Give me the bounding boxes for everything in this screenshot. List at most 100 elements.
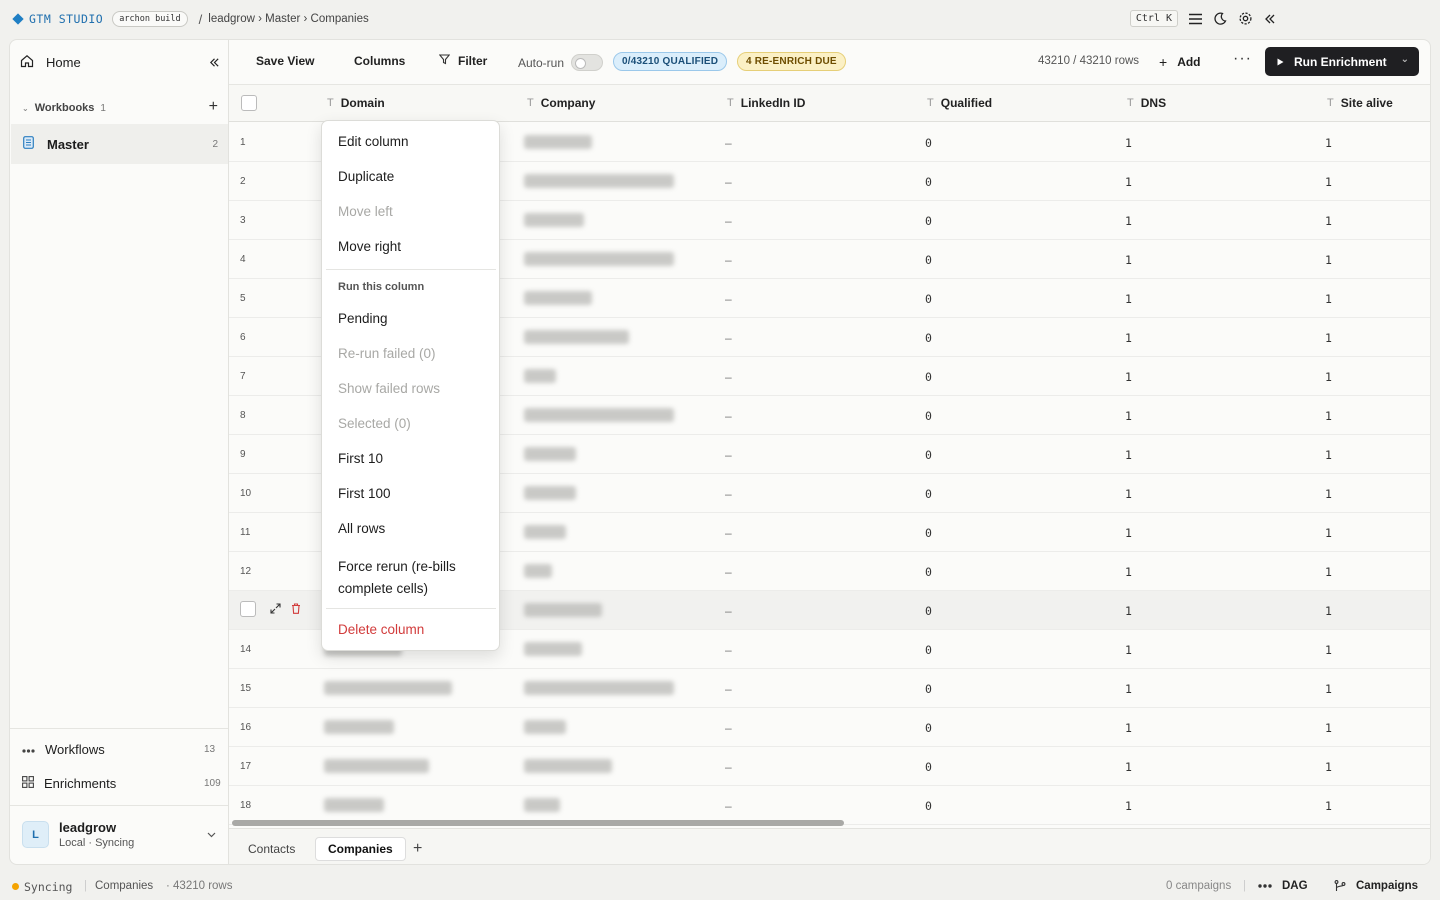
dns-cell[interactable]: 1 (1125, 292, 1132, 306)
site-alive-cell[interactable]: 1 (1325, 682, 1332, 696)
company-cell-redacted[interactable] (524, 525, 566, 539)
menu-icon[interactable] (1187, 11, 1203, 27)
site-alive-cell[interactable]: 1 (1325, 487, 1332, 501)
company-cell-redacted[interactable] (524, 408, 674, 422)
linkedin-cell[interactable]: – (725, 682, 732, 696)
company-cell-redacted[interactable] (524, 798, 560, 812)
dns-cell[interactable]: 1 (1125, 448, 1132, 462)
qualified-cell[interactable]: 0 (925, 721, 932, 735)
qualified-badge[interactable]: 0/43210 QUALIFIED (613, 52, 728, 71)
dns-cell[interactable]: 1 (1125, 565, 1132, 579)
company-cell-redacted[interactable] (524, 759, 612, 773)
user-profile[interactable]: L leadgrow Local · Syncing (22, 820, 134, 849)
delete-row-icon[interactable] (291, 602, 301, 617)
company-cell-redacted[interactable] (524, 330, 629, 344)
dns-cell[interactable]: 1 (1125, 799, 1132, 813)
linkedin-cell[interactable]: – (725, 799, 732, 813)
linkedin-cell[interactable]: – (725, 526, 732, 540)
qualified-cell[interactable]: 0 (925, 253, 932, 267)
column-header-dns[interactable]: T DNS (1127, 96, 1166, 110)
site-alive-cell[interactable]: 1 (1325, 292, 1332, 306)
settings-icon[interactable] (1237, 11, 1253, 27)
dns-cell[interactable]: 1 (1125, 643, 1132, 657)
linkedin-cell[interactable]: – (725, 643, 732, 657)
site-alive-cell[interactable]: 1 (1325, 448, 1332, 462)
sidebar-item-home[interactable]: Home (20, 54, 81, 71)
dns-cell[interactable]: 1 (1125, 214, 1132, 228)
expand-row-icon[interactable] (270, 602, 281, 617)
scrollbar-thumb[interactable] (232, 820, 844, 826)
domain-cell-redacted[interactable] (324, 798, 384, 812)
qualified-cell[interactable]: 0 (925, 643, 932, 657)
linkedin-cell[interactable]: – (725, 175, 732, 189)
site-alive-cell[interactable]: 1 (1325, 760, 1332, 774)
linkedin-cell[interactable]: – (725, 136, 732, 150)
company-cell-redacted[interactable] (524, 642, 582, 656)
linkedin-cell[interactable]: – (725, 331, 732, 345)
linkedin-cell[interactable]: – (725, 721, 732, 735)
dark-mode-icon[interactable] (1212, 11, 1228, 27)
column-header-linkedin-id[interactable]: T LinkedIn ID (727, 96, 805, 110)
chevron-down-icon[interactable]: ⌄ (1401, 54, 1409, 65)
dns-cell[interactable]: 1 (1125, 526, 1132, 540)
autorun-toggle[interactable] (571, 54, 604, 71)
company-cell-redacted[interactable] (524, 252, 674, 266)
site-alive-cell[interactable]: 1 (1325, 721, 1332, 735)
site-alive-cell[interactable]: 1 (1325, 214, 1332, 228)
site-alive-cell[interactable]: 1 (1325, 604, 1332, 618)
company-cell-redacted[interactable] (524, 681, 674, 695)
site-alive-cell[interactable]: 1 (1325, 175, 1332, 189)
column-header-site-alive[interactable]: T Site alive (1327, 96, 1393, 110)
linkedin-cell[interactable]: – (725, 370, 732, 384)
linkedin-cell[interactable]: – (725, 409, 732, 423)
table-row[interactable]: 17 – 0 1 1 (229, 747, 1430, 786)
dns-cell[interactable]: 1 (1125, 604, 1132, 618)
company-cell-redacted[interactable] (524, 603, 602, 617)
menu-item-force-rerun[interactable]: Force rerun (re-bills complete cells) (338, 556, 456, 600)
columns-button[interactable]: Columns (354, 54, 405, 68)
domain-cell-redacted[interactable] (324, 759, 429, 773)
linkedin-cell[interactable]: – (725, 448, 732, 462)
dns-cell[interactable]: 1 (1125, 409, 1132, 423)
menu-item-delete-column[interactable]: Delete column (338, 622, 424, 637)
workbooks-section-header[interactable]: ⌄ Workbooks 1 (22, 102, 106, 114)
qualified-cell[interactable]: 0 (925, 292, 932, 306)
dns-cell[interactable]: 1 (1125, 487, 1132, 501)
row-checkbox[interactable] (240, 601, 256, 617)
dns-cell[interactable]: 1 (1125, 175, 1132, 189)
dns-cell[interactable]: 1 (1125, 682, 1132, 696)
qualified-cell[interactable]: 0 (925, 565, 932, 579)
menu-item-all-rows[interactable]: All rows (338, 521, 385, 536)
dns-cell[interactable]: 1 (1125, 136, 1132, 150)
qualified-cell[interactable]: 0 (925, 214, 932, 228)
select-all-checkbox[interactable] (241, 95, 257, 111)
collapse-sidebar-icon[interactable] (209, 55, 220, 71)
save-view-button[interactable]: Save View (256, 54, 315, 68)
company-cell-redacted[interactable] (524, 447, 576, 461)
column-header-qualified[interactable]: T Qualified (927, 96, 992, 110)
sidebar-item-enrichments[interactable]: Enrichments 109 (22, 776, 221, 791)
domain-cell-redacted[interactable] (324, 681, 452, 695)
filter-button[interactable]: Filter (438, 54, 487, 68)
dag-button[interactable]: DAG (1258, 880, 1308, 892)
qualified-cell[interactable]: 0 (925, 136, 932, 150)
site-alive-cell[interactable]: 1 (1325, 799, 1332, 813)
site-alive-cell[interactable]: 1 (1325, 565, 1332, 579)
qualified-cell[interactable]: 0 (925, 799, 932, 813)
linkedin-cell[interactable]: – (725, 253, 732, 267)
qualified-cell[interactable]: 0 (925, 370, 932, 384)
linkedin-cell[interactable]: – (725, 760, 732, 774)
linkedin-cell[interactable]: – (725, 292, 732, 306)
site-alive-cell[interactable]: 1 (1325, 526, 1332, 540)
column-header-company[interactable]: T Company (527, 96, 595, 110)
dns-cell[interactable]: 1 (1125, 760, 1132, 774)
table-row[interactable]: 16 – 0 1 1 (229, 708, 1430, 747)
dns-cell[interactable]: 1 (1125, 721, 1132, 735)
menu-item-move-right[interactable]: Move right (338, 239, 401, 254)
company-cell-redacted[interactable] (524, 564, 552, 578)
tab-contacts[interactable]: Contacts (236, 837, 307, 861)
dns-cell[interactable]: 1 (1125, 253, 1132, 267)
run-enrichment-button[interactable]: Run Enrichment ⌄ (1265, 47, 1419, 76)
sidebar-item-master[interactable]: Master 2 (11, 124, 228, 164)
linkedin-cell[interactable]: – (725, 565, 732, 579)
